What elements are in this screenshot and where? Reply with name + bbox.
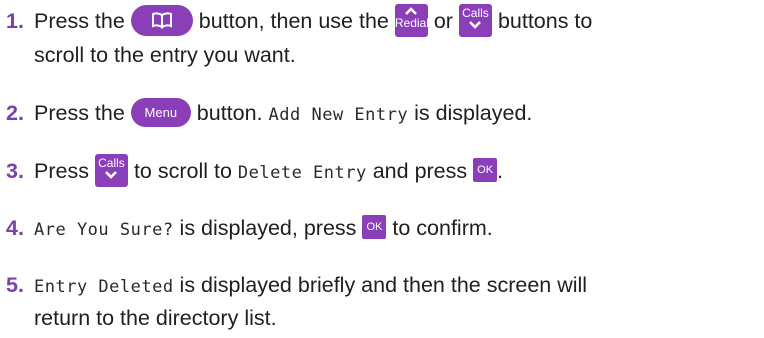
step-text: buttons to — [497, 9, 593, 33]
calls-label: Calls — [462, 5, 489, 20]
step-text: button, then use the — [198, 9, 389, 33]
step-number: 5. — [6, 273, 24, 297]
display-text: Add New Entry — [268, 105, 409, 125]
step-5-continuation: return to the directory list. — [34, 306, 277, 330]
calls-label: Calls — [98, 155, 125, 170]
calls-button[interactable]: Calls — [458, 3, 492, 37]
step-text: and press — [372, 159, 468, 183]
step-text: is displayed briefly and then the screen… — [179, 273, 588, 297]
chevron-down-icon — [105, 170, 118, 179]
step-text: or — [433, 9, 453, 33]
ok-button[interactable]: OK — [473, 158, 498, 183]
step-number: 3. — [6, 159, 24, 183]
step-text: Press — [34, 159, 89, 183]
phonebook-button[interactable] — [130, 4, 193, 36]
book-icon — [151, 12, 172, 29]
step-number: 1. — [6, 9, 24, 33]
step-1-continuation: scroll to the entry you want. — [34, 43, 296, 67]
step-text: to confirm. — [392, 216, 493, 240]
chevron-down-icon — [469, 20, 482, 29]
step-text: to scroll to — [133, 159, 232, 183]
redial-label: Redial — [394, 15, 429, 30]
step-text: Press the — [34, 9, 125, 33]
step-text: Press the — [34, 101, 125, 125]
display-text: Delete Entry — [237, 163, 367, 183]
step-number: 4. — [6, 216, 24, 240]
step-2: 2. Press the Menu button. Add New Entry i… — [0, 97, 532, 132]
display-text: Entry Deleted — [34, 277, 174, 297]
chevron-up-icon — [405, 6, 418, 15]
step-text: . — [497, 159, 504, 183]
step-4: 4. Are You Sure? is displayed, press OK t… — [0, 212, 493, 247]
menu-button[interactable]: Menu — [130, 97, 191, 127]
calls-button[interactable]: Calls — [94, 153, 128, 187]
step-text: is displayed, press — [179, 216, 357, 240]
step-text: is displayed. — [414, 101, 533, 125]
step-1: 1. Press the button, then use the Redial … — [0, 3, 593, 39]
redial-button[interactable]: Redial — [394, 3, 429, 37]
ok-button[interactable]: OK — [362, 215, 387, 240]
step-text: button. — [196, 101, 263, 125]
instruction-list: 1. Press the button, then use the Redial … — [0, 0, 764, 338]
display-text: Are You Sure? — [34, 220, 174, 240]
step-5: 5. Entry Deleted is displayed briefly and… — [0, 269, 587, 304]
step-3: 3. Press Calls to scroll to Delete Entry … — [0, 153, 504, 190]
step-number: 2. — [6, 101, 24, 125]
